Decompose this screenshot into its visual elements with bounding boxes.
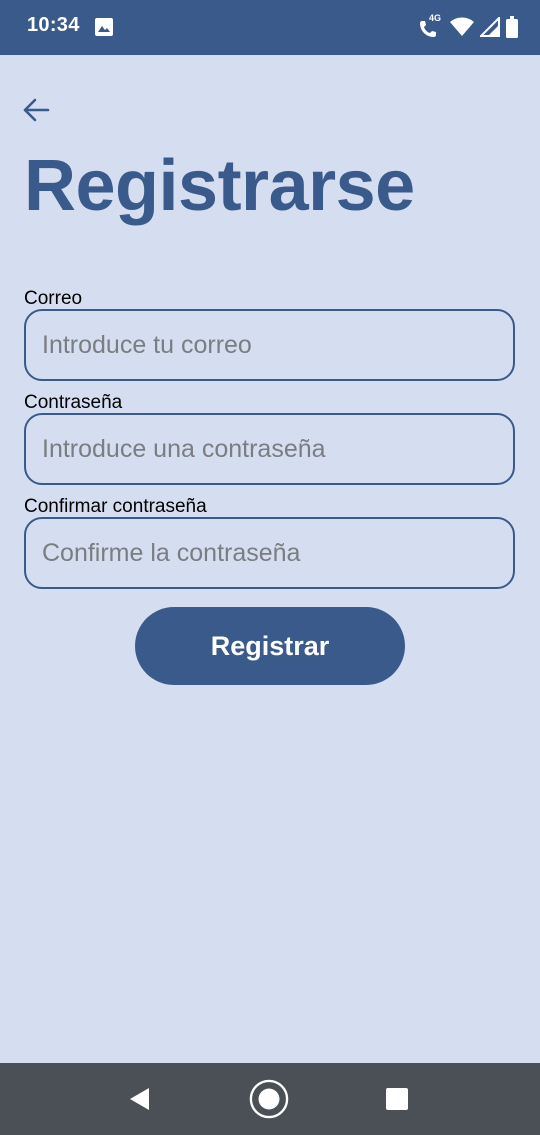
recents-square-icon <box>386 1088 408 1110</box>
image-icon <box>95 18 113 36</box>
nav-back-button[interactable] <box>120 1079 160 1119</box>
confirm-password-label: Confirmar contraseña <box>24 496 207 517</box>
password-label: Contraseña <box>24 392 123 413</box>
status-bar: 10:34 4G <box>0 0 540 55</box>
email-label: Correo <box>24 288 83 309</box>
email-field[interactable] <box>26 311 513 379</box>
status-icons: 4G <box>418 13 518 40</box>
register-button[interactable]: Registrar <box>135 607 405 685</box>
password-field[interactable] <box>26 415 513 483</box>
nav-recents-button[interactable] <box>377 1079 417 1119</box>
status-time: 10:34 <box>27 14 80 36</box>
network-type-label: 4G <box>429 13 442 23</box>
password-field-container <box>24 413 515 485</box>
confirm-password-field-container <box>24 517 515 589</box>
back-button[interactable] <box>18 92 54 128</box>
signal-icon <box>480 17 500 37</box>
wifi-icon <box>450 17 474 37</box>
arrow-left-icon <box>23 98 50 122</box>
page-title: Registrarse <box>24 146 415 226</box>
confirm-password-field[interactable] <box>26 519 513 587</box>
home-circle-icon <box>249 1079 289 1119</box>
register-screen: 10:34 4G Registrarse Correo Introduce tu… <box>0 0 540 1135</box>
battery-icon <box>506 16 518 38</box>
wifi-call-icon: 4G <box>418 13 444 39</box>
system-nav-bar <box>0 1063 540 1135</box>
back-triangle-icon <box>130 1088 149 1110</box>
nav-home-button[interactable] <box>249 1079 289 1119</box>
email-field-container <box>24 309 515 381</box>
